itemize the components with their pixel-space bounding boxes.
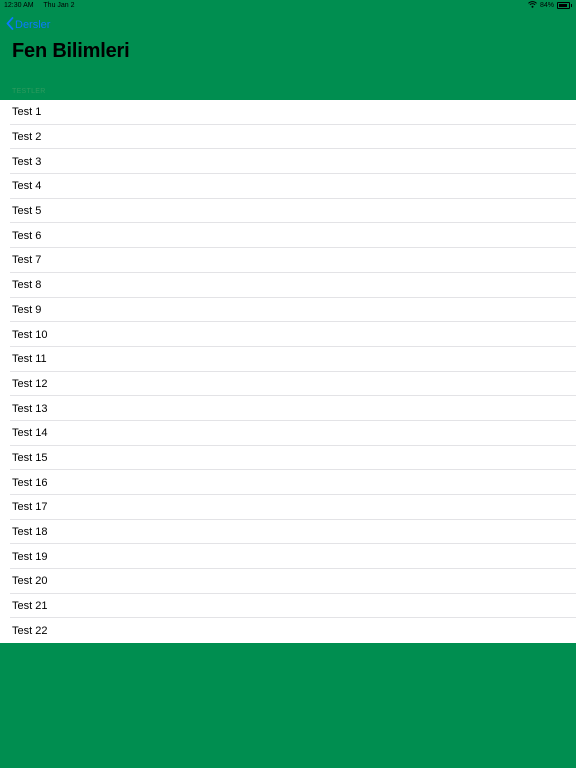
list-item-label: Test 9 [12,303,42,316]
list-item[interactable]: Test 17 [0,495,576,520]
list-item-label: Test 15 [12,451,48,464]
list-item[interactable]: Test 1 [0,100,576,125]
list-item[interactable]: Test 9 [0,298,576,323]
list-item-label: Test 3 [12,155,42,168]
list-item[interactable]: Test 16 [0,470,576,495]
battery-level-fill [559,4,567,7]
battery-icon [557,2,572,9]
list-item[interactable]: Test 4 [0,174,576,199]
list-item[interactable]: Test 21 [0,594,576,619]
list-item-label: Test 12 [12,377,48,390]
list-item-label: Test 21 [12,600,48,613]
list-item[interactable]: Test 8 [0,273,576,298]
list-item[interactable]: Test 15 [0,446,576,471]
list-item-label: Test 6 [12,229,42,242]
wifi-icon [528,1,537,10]
chevron-left-icon [6,17,15,33]
list-item[interactable]: Test 5 [0,199,576,224]
list-item-label: Test 14 [12,427,48,440]
list-item[interactable]: Test 2 [0,125,576,150]
list-item-label: Test 8 [12,279,42,292]
battery-percent: 84% [539,2,554,9]
status-left: 12:30 AM Thu Jan 2 [4,2,83,9]
list-item-label: Test 18 [12,526,48,539]
status-bar: 12:30 AM Thu Jan 2 84% [0,0,576,12]
back-button-label: Dersler [15,19,51,31]
list-item[interactable]: Test 6 [0,223,576,248]
status-time: 12:30 AM [4,2,34,9]
status-right: 84% [528,1,572,10]
back-button[interactable]: Dersler [6,17,50,33]
list-item-label: Test 7 [12,254,42,267]
list-item-label: Test 13 [12,402,48,415]
list-item-label: Test 5 [12,205,42,218]
list-item-label: Test 10 [12,328,48,341]
list-item[interactable]: Test 13 [0,396,576,421]
list-item[interactable]: Test 12 [0,372,576,397]
list-item[interactable]: Test 11 [0,347,576,372]
list-item[interactable]: Test 7 [0,248,576,273]
list-item[interactable]: Test 3 [0,149,576,174]
list-item[interactable]: Test 14 [0,421,576,446]
list-item-label: Test 4 [12,180,42,193]
list-item[interactable]: Test 19 [0,544,576,569]
list-item-label: Test 17 [12,501,48,514]
list-item[interactable]: Test 20 [0,569,576,594]
section-header: TESTLER [12,88,46,95]
page-title: Fen Bilimleri [12,40,130,62]
list-item-label: Test 16 [12,476,48,489]
status-date: Thu Jan 2 [43,2,75,9]
test-list: Test 1 Test 2 Test 3 Test 4 Test 5 Test 6 Test… [0,100,576,644]
list-item-label: Test 11 [12,353,47,366]
list-item-label: Test 2 [12,131,42,144]
list-item[interactable]: Test 22 [0,618,576,643]
list-item-label: Test 22 [12,624,48,637]
list-item-label: Test 19 [12,550,48,563]
list-item[interactable]: Test 10 [0,322,576,347]
list-item-label: Test 20 [12,575,48,588]
list-item[interactable]: Test 18 [0,520,576,545]
list-item-label: Test 1 [12,106,42,119]
